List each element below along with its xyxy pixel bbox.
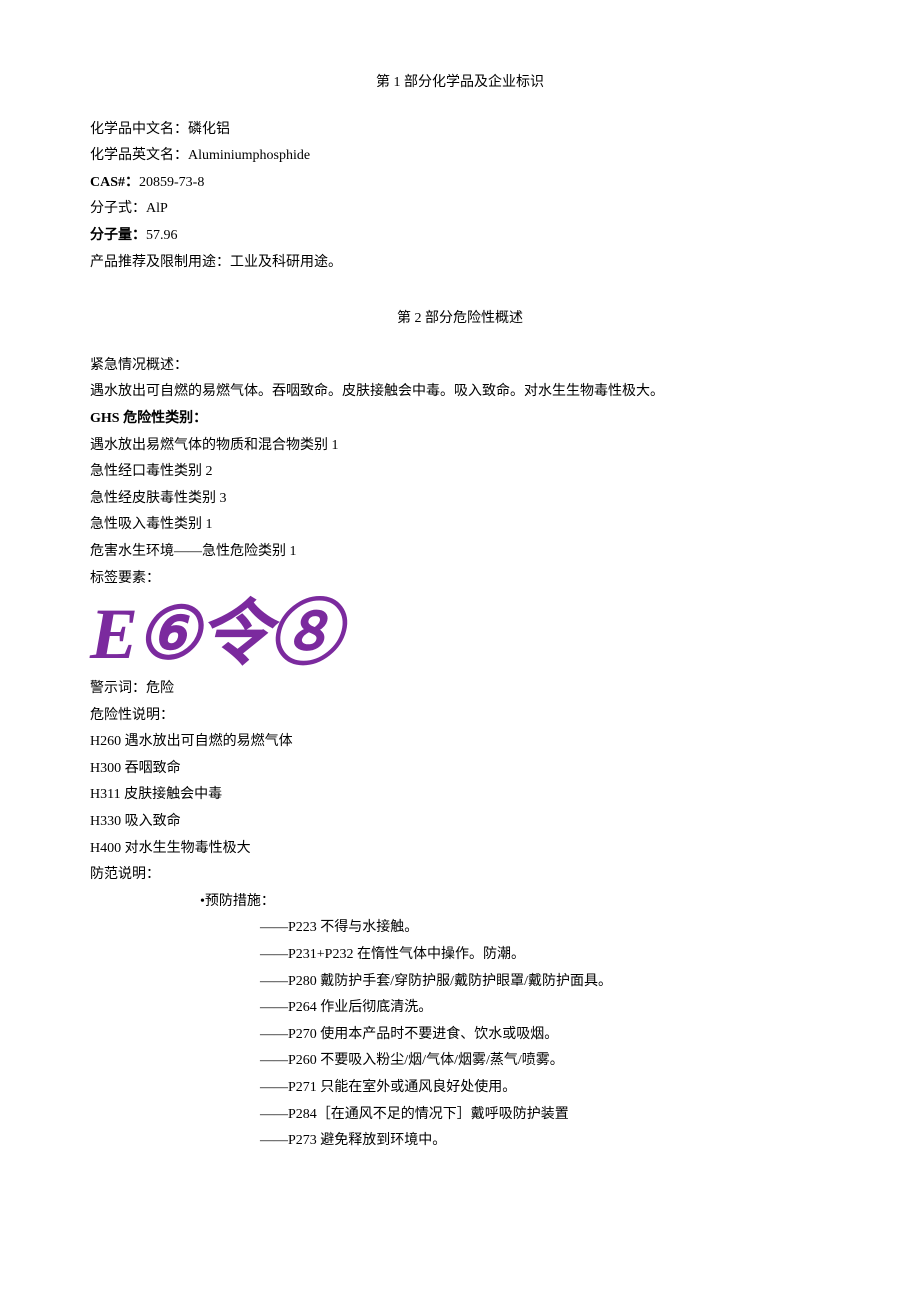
ghs-class-1: 遇水放出易燃气体的物质和混合物类别 1 bbox=[90, 433, 830, 460]
p264: ——P264 作业后彻底清洗。 bbox=[90, 995, 830, 1022]
formula-label: 分子式： bbox=[90, 201, 146, 216]
ghs-class-2: 急性经口毒性类别 2 bbox=[90, 459, 830, 486]
h311: H311 皮肤接触会中毒 bbox=[90, 782, 830, 809]
english-name-value: Aluminiumphosphide bbox=[188, 148, 310, 163]
cas-row: CAS#：20859-73-8 bbox=[90, 170, 830, 197]
molweight-value: 57.96 bbox=[146, 228, 178, 243]
ghs-label: GHS 危险性类别： bbox=[90, 406, 830, 433]
p260: ——P260 不要吸入粉尘/烟/气体/烟雾/蒸气/喷雾。 bbox=[90, 1048, 830, 1075]
p231-232: ——P231+P232 在惰性气体中操作。防潮。 bbox=[90, 942, 830, 969]
chinese-name-row: 化学品中文名：磷化铝 bbox=[90, 117, 830, 144]
h330: H330 吸入致命 bbox=[90, 809, 830, 836]
h260: H260 遇水放出可自燃的易燃气体 bbox=[90, 729, 830, 756]
p271: ——P271 只能在室外或通风良好处使用。 bbox=[90, 1075, 830, 1102]
emergency-text: 遇水放出可自燃的易燃气体。吞咽致命。皮肤接触会中毒。吸入致命。对水生生物毒性极大… bbox=[90, 379, 830, 406]
section-2-title: 第 2 部分危险性概述 bbox=[90, 306, 830, 333]
ghs-class-3: 急性经皮肤毒性类别 3 bbox=[90, 486, 830, 513]
signal-word-value: 危险 bbox=[146, 681, 174, 696]
pictogram-row: E⑥令⑧ bbox=[90, 598, 830, 670]
molweight-row: 分子量：57.96 bbox=[90, 223, 830, 250]
ghs-class-4: 急性吸入毒性类别 1 bbox=[90, 512, 830, 539]
signal-word-label: 警示词： bbox=[90, 681, 146, 696]
pictogram-icon: E⑥令⑧ bbox=[90, 594, 339, 674]
signal-word-row: 警示词：危险 bbox=[90, 676, 830, 703]
label-elements: 标签要素： bbox=[90, 566, 830, 593]
hazard-statement-label: 危险性说明： bbox=[90, 703, 830, 730]
chinese-name-value: 磷化铝 bbox=[188, 122, 230, 137]
emergency-label: 紧急情况概述： bbox=[90, 353, 830, 380]
h400: H400 对水生生物毒性极大 bbox=[90, 836, 830, 863]
recommended-use-label: 产品推荐及限制用途： bbox=[90, 255, 230, 270]
p270: ——P270 使用本产品时不要进食、饮水或吸烟。 bbox=[90, 1022, 830, 1049]
prevention-label: •预防措施： bbox=[90, 889, 830, 916]
p284: ——P284［在通风不足的情况下］戴呼吸防护装置 bbox=[90, 1102, 830, 1129]
english-name-row: 化学品英文名：Aluminiumphosphide bbox=[90, 143, 830, 170]
recommended-use-value: 工业及科研用途。 bbox=[230, 255, 342, 270]
cas-value: 20859-73-8 bbox=[139, 175, 204, 190]
h300: H300 吞咽致命 bbox=[90, 756, 830, 783]
section-1-title: 第 1 部分化学品及企业标识 bbox=[90, 70, 830, 97]
p273: ——P273 避免释放到环境中。 bbox=[90, 1128, 830, 1155]
molweight-label: 分子量： bbox=[90, 228, 146, 243]
chinese-name-label: 化学品中文名： bbox=[90, 122, 188, 137]
p223: ——P223 不得与水接触。 bbox=[90, 915, 830, 942]
p280: ——P280 戴防护手套/穿防护服/戴防护眼罩/戴防护面具。 bbox=[90, 969, 830, 996]
precaution-label: 防范说明： bbox=[90, 862, 830, 889]
english-name-label: 化学品英文名： bbox=[90, 148, 188, 163]
formula-row: 分子式：AlP bbox=[90, 196, 830, 223]
ghs-class-5: 危害水生环境——急性危险类别 1 bbox=[90, 539, 830, 566]
cas-label: CAS#： bbox=[90, 175, 139, 190]
formula-value: AlP bbox=[146, 201, 168, 216]
recommended-use-row: 产品推荐及限制用途：工业及科研用途。 bbox=[90, 250, 830, 277]
